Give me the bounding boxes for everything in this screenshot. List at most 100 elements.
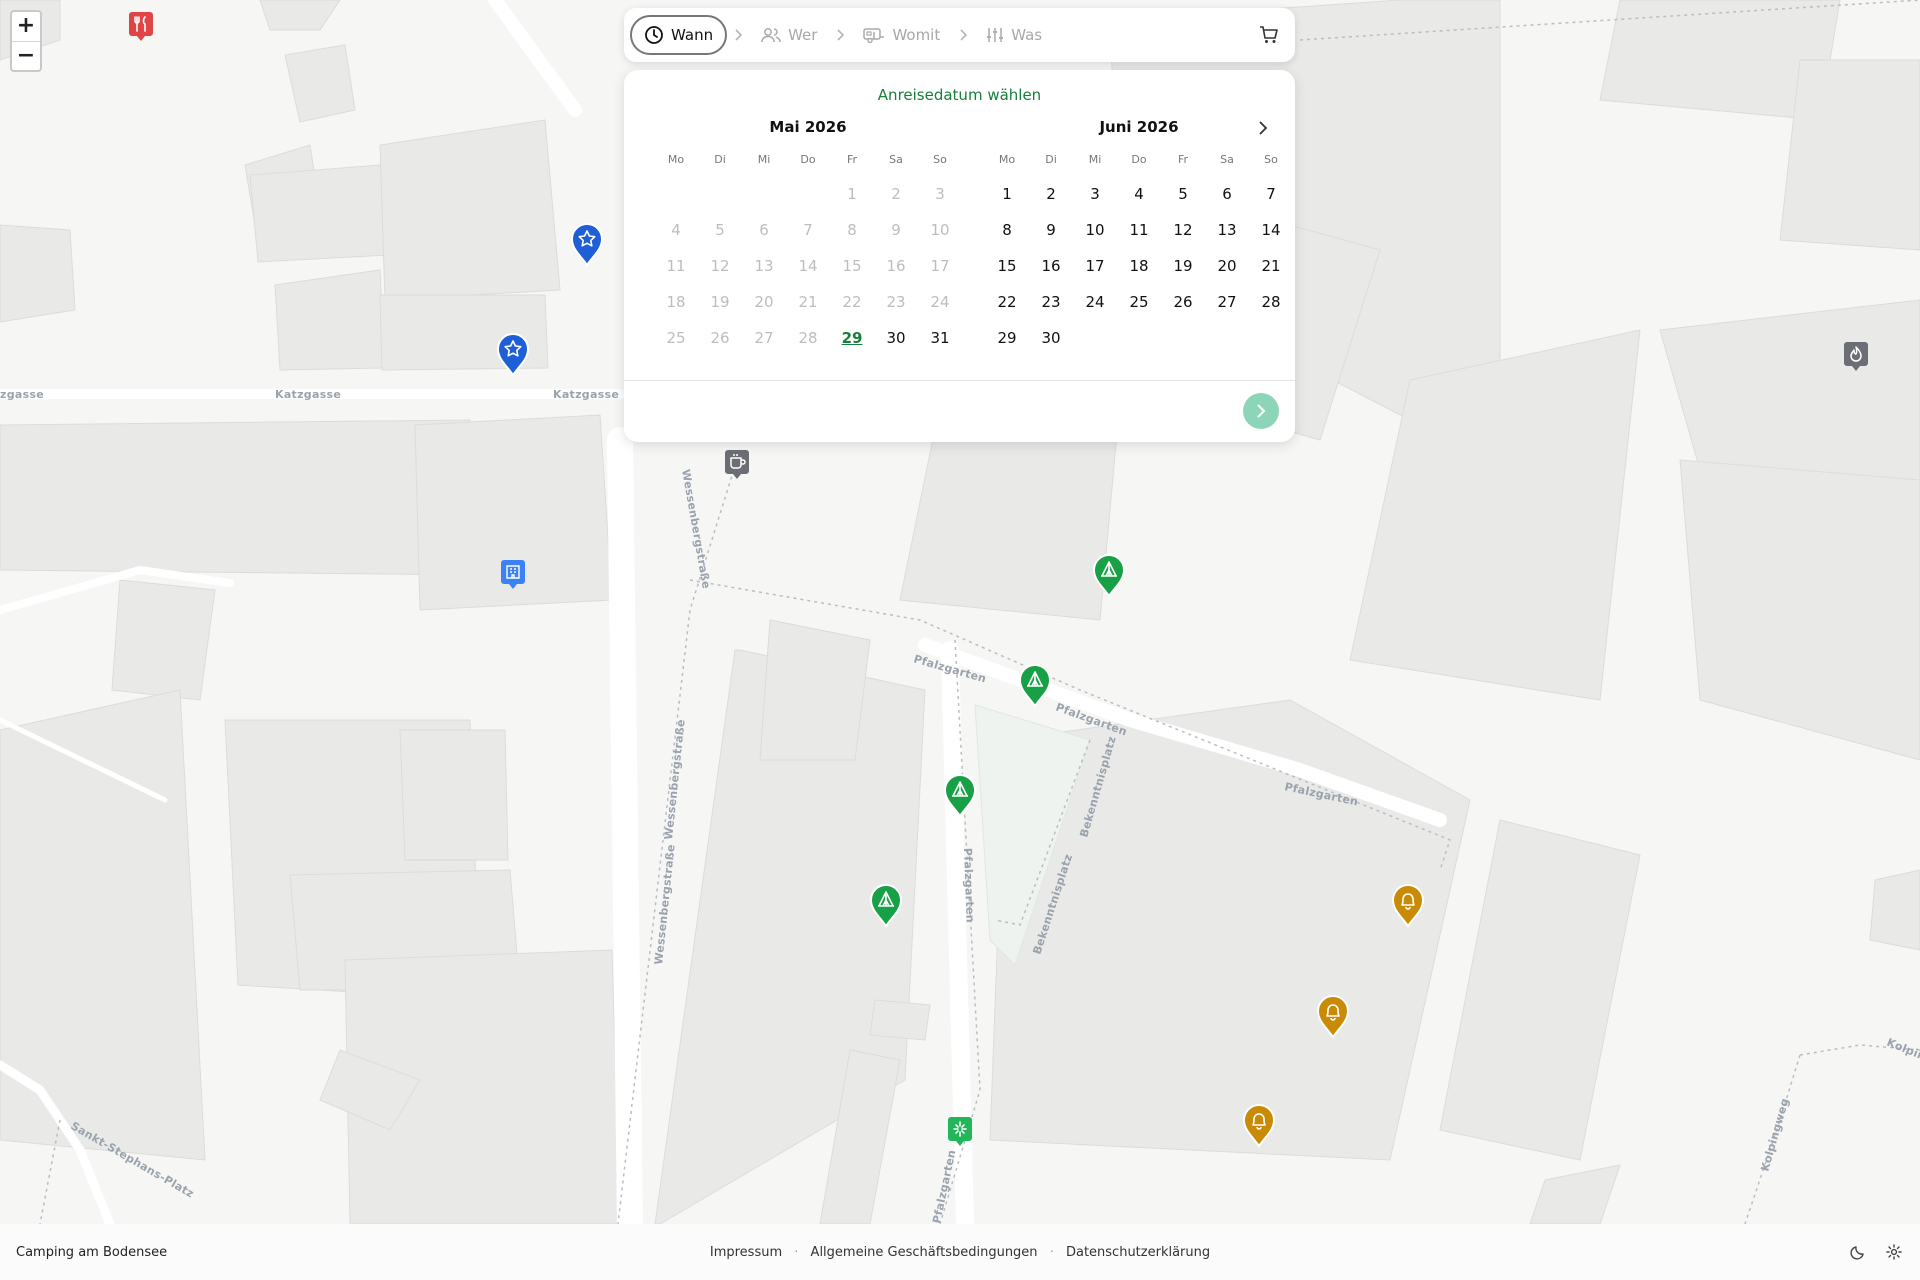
- step-label: Womit: [892, 26, 941, 44]
- calendar-day[interactable]: 4: [1117, 176, 1161, 212]
- calendar-day[interactable]: 11: [1117, 212, 1161, 248]
- separator: ·: [1049, 1244, 1054, 1260]
- calendar-day[interactable]: 16: [1029, 248, 1073, 284]
- street-label: Wessenbergstraße: [679, 468, 713, 589]
- bell-pitch-marker[interactable]: [1390, 882, 1426, 928]
- sliders-icon: [987, 28, 1004, 42]
- calendar-day[interactable]: 21: [1249, 248, 1293, 284]
- impressum-link[interactable]: Impressum: [710, 1245, 782, 1260]
- calendar-day[interactable]: 3: [1073, 176, 1117, 212]
- step-wann[interactable]: Wann: [630, 15, 728, 55]
- restaurant-marker[interactable]: [127, 10, 155, 44]
- calendar-day: 20: [754, 293, 774, 311]
- calendar-day[interactable]: 29: [985, 320, 1029, 356]
- calendar-day[interactable]: 19: [1161, 248, 1205, 284]
- next-month-button[interactable]: [1257, 120, 1269, 140]
- street-label: Katzgasse: [553, 388, 619, 401]
- zoom-in-button[interactable]: +: [12, 12, 40, 42]
- agb-link[interactable]: Allgemeine Geschäftsbedingungen: [811, 1245, 1038, 1260]
- settings-button[interactable]: [1886, 1244, 1902, 1260]
- footer-links: Impressum · Allgemeine Geschäftsbedingun…: [0, 1245, 1920, 1260]
- moon-icon: [1850, 1246, 1864, 1260]
- calendar-day[interactable]: 5: [1161, 176, 1205, 212]
- empty-cell: [698, 176, 742, 212]
- calendar-day[interactable]: 7: [1249, 176, 1293, 212]
- calendar-day: 3: [935, 185, 945, 203]
- calendar-day[interactable]: 30: [874, 320, 918, 356]
- building-marker[interactable]: [499, 558, 527, 592]
- calendar-day: 11: [666, 257, 686, 275]
- calendar-day[interactable]: 28: [1249, 284, 1293, 320]
- tent-pitch-marker[interactable]: [1017, 662, 1053, 708]
- calendar-day: 15: [842, 257, 862, 275]
- chevron-right-icon: [733, 28, 743, 42]
- calendar-day[interactable]: 6: [1205, 176, 1249, 212]
- street-label: Katzgasse: [275, 388, 341, 401]
- tent-pitch-marker[interactable]: [1091, 552, 1127, 598]
- privacy-link[interactable]: Datenschutzerklärung: [1066, 1245, 1210, 1260]
- calendar-day[interactable]: 20: [1205, 248, 1249, 284]
- zoom-out-button[interactable]: −: [12, 42, 40, 71]
- calendar-day[interactable]: 15: [985, 248, 1029, 284]
- weekday-label: Mo: [998, 153, 1016, 166]
- calendar-day-today[interactable]: 29: [830, 320, 874, 356]
- cart-icon: [1260, 26, 1278, 43]
- calendar-day: 23: [886, 293, 906, 311]
- fire-marker[interactable]: [1842, 340, 1870, 374]
- calendar-day[interactable]: 14: [1249, 212, 1293, 248]
- date-picker-title: Anreisedatum wählen: [877, 86, 1042, 104]
- calendar-day[interactable]: 25: [1117, 284, 1161, 320]
- calendar-day[interactable]: 10: [1073, 212, 1117, 248]
- calendar-day[interactable]: 26: [1161, 284, 1205, 320]
- calendar-day[interactable]: 9: [1029, 212, 1073, 248]
- tent-pitch-marker[interactable]: [942, 772, 978, 818]
- favorite-marker[interactable]: [569, 221, 605, 267]
- calendar-day[interactable]: 31: [918, 320, 962, 356]
- calendar-day: 7: [803, 221, 813, 239]
- calendar-day: 19: [710, 293, 730, 311]
- calendar-day[interactable]: 23: [1029, 284, 1073, 320]
- step-label: Was: [1011, 26, 1043, 44]
- calendar-day: 17: [930, 257, 950, 275]
- cart-button[interactable]: [1259, 25, 1279, 45]
- calendar-day[interactable]: 27: [1205, 284, 1249, 320]
- calendar-day[interactable]: 8: [985, 212, 1029, 248]
- theme-toggle-button[interactable]: [1850, 1244, 1866, 1260]
- street-label: Pfalzgarten: [961, 848, 977, 923]
- calendar-day: 10: [930, 221, 950, 239]
- street-label: zgasse: [0, 388, 44, 401]
- bell-pitch-marker[interactable]: [1241, 1102, 1277, 1148]
- calendar-day[interactable]: 24: [1073, 284, 1117, 320]
- calendar-day[interactable]: 12: [1161, 212, 1205, 248]
- step-wer[interactable]: Wer: [749, 16, 829, 54]
- weekday-label: Mi: [1088, 153, 1102, 166]
- booking-stepper: Wann Wer Womit Was: [624, 8, 1295, 62]
- street-label: Pfalzgarten: [930, 1149, 958, 1224]
- month-may: Mai 2026 Mo Di Mi Do Fr Sa So 1 2 3 4 5 6 7 8 9 10 11 12 1…: [654, 116, 962, 356]
- chevron-right-icon: [1259, 121, 1268, 135]
- weekday-label: So: [1264, 153, 1278, 166]
- step-was[interactable]: Was: [974, 16, 1054, 54]
- calendar-day: 26: [710, 329, 730, 347]
- calendar-day[interactable]: 30: [1029, 320, 1073, 356]
- chevron-right-icon: [835, 28, 845, 42]
- favorite-marker[interactable]: [495, 331, 531, 377]
- calendar-day[interactable]: 22: [985, 284, 1029, 320]
- calendar-day: 5: [715, 221, 725, 239]
- cafe-marker[interactable]: [723, 448, 751, 482]
- footer-actions: [1850, 1244, 1902, 1260]
- playground-marker[interactable]: [946, 1115, 974, 1149]
- calendar-day[interactable]: 17: [1073, 248, 1117, 284]
- calendar-day: 27: [754, 329, 774, 347]
- next-step-button[interactable]: [1243, 393, 1279, 429]
- footer: Camping am Bodensee Impressum · Allgemei…: [0, 1224, 1920, 1280]
- step-womit[interactable]: Womit: [851, 16, 952, 54]
- calendar-day[interactable]: 18: [1117, 248, 1161, 284]
- tent-pitch-marker[interactable]: [868, 882, 904, 928]
- calendar-day[interactable]: 1: [985, 176, 1029, 212]
- street-label: Wessenbergstraße: [662, 719, 688, 841]
- bell-pitch-marker[interactable]: [1315, 993, 1351, 1039]
- calendar-day[interactable]: 13: [1205, 212, 1249, 248]
- calendar-day: 4: [671, 221, 681, 239]
- calendar-day[interactable]: 2: [1029, 176, 1073, 212]
